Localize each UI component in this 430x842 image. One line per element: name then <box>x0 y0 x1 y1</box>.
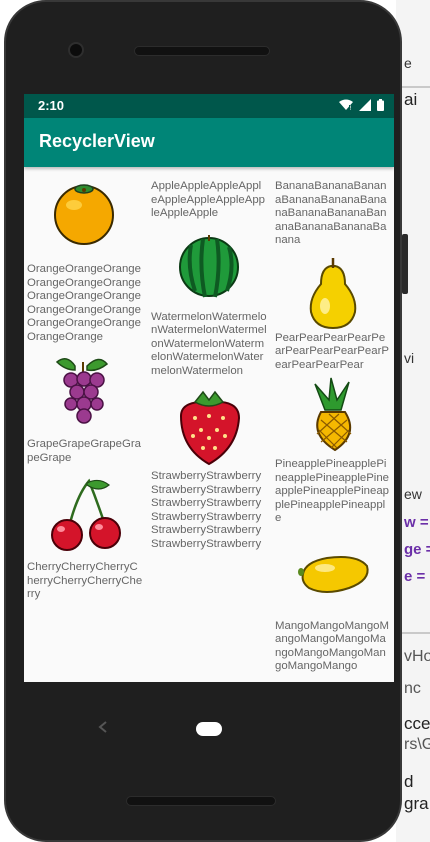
signal-icon <box>359 99 371 111</box>
list-item[interactable]: AppleAppleAppleAppleAppleAppleAppleApple… <box>151 180 267 221</box>
cherry-image <box>51 478 121 551</box>
fruit-name: BananaBananaBananaBananaBananaBananaBana… <box>275 180 387 246</box>
list-item[interactable]: OrangeOrangeOrangeOrangeOrangeOrangeOran… <box>27 163 143 344</box>
list-item[interactable]: BananaBananaBananaBananaBananaBananaBana… <box>275 180 391 248</box>
status-time: 2:10 <box>38 98 65 113</box>
ide-code-fragment: d <box>404 772 414 791</box>
grid-column: OrangeOrangeOrangeOrangeOrangeOrangeOran… <box>27 163 143 602</box>
ide-code-fragment: gra <box>404 794 429 813</box>
ide-code-fragment: cce <box>404 714 430 733</box>
list-item[interactable]: PearPearPearPearPearPearPearPearPearPear… <box>275 254 391 373</box>
home-button[interactable] <box>196 722 222 736</box>
orange-image <box>54 184 114 245</box>
status-bar: 2:10 ! <box>24 94 394 118</box>
ide-code-fragment: rs\G <box>404 736 430 753</box>
fruit-name: AppleAppleAppleAppleAppleAppleAppleApple… <box>151 180 266 219</box>
status-icons: ! <box>339 99 384 111</box>
ide-code-fragment: e <box>404 55 412 71</box>
fruit-name: WatermelonWatermelonWatermelonWatermelon… <box>151 310 267 377</box>
grape-image <box>55 358 109 424</box>
fruit-name: MangoMangoMangoMangoMangoMangoMangoMango… <box>275 619 389 673</box>
ide-code-fragment: e = <box>404 568 426 585</box>
mango-image <box>298 555 369 593</box>
ide-code-fragment: ge = <box>404 541 430 558</box>
fruit-name: OrangeOrangeOrangeOrangeOrangeOrangeOran… <box>27 263 141 343</box>
fruit-name: CherryCherryCherryCherryCherryCherryCher… <box>27 561 143 600</box>
list-item[interactable]: PineapplePineapplePineapplePineapplePine… <box>275 376 391 526</box>
ide-divider <box>398 86 430 88</box>
watermelon-image <box>179 234 239 297</box>
fruit-name: StrawberryStrawberryStrawberryStrawberry… <box>151 470 262 550</box>
pineapple-image <box>314 377 352 452</box>
power-button[interactable] <box>402 234 408 294</box>
device-screen: 2:10 ! RecyclerView OrangeOrangeOrangeOr… <box>24 94 394 682</box>
ide-code-fragment: vi <box>404 350 415 366</box>
back-icon[interactable] <box>98 720 108 734</box>
svg-text:!: ! <box>349 105 351 111</box>
ide-code-fragment: ai <box>404 90 418 109</box>
earpiece-speaker <box>134 46 270 56</box>
page-title: RecyclerView <box>39 131 155 151</box>
list-item[interactable]: MangoMangoMangoMangoMangoMangoMangoMango… <box>275 534 391 674</box>
fruit-name: GrapeGrapeGrapeGrapeGrape <box>27 438 141 464</box>
grid-column: AppleAppleAppleAppleAppleAppleAppleApple… <box>151 180 267 551</box>
list-item[interactable]: GrapeGrapeGrapeGrapeGrape <box>27 348 143 465</box>
fruit-name: PineapplePineapplePineapplePineapplePine… <box>275 458 390 524</box>
strawberry-image <box>179 390 241 466</box>
toolbar: RecyclerView <box>24 118 394 167</box>
ide-code-fragment: w = <box>404 514 429 531</box>
ide-divider <box>398 632 430 634</box>
ide-code-fragment: vHo <box>404 648 430 665</box>
pear-image <box>309 257 357 329</box>
fruit-recycler-view[interactable]: OrangeOrangeOrangeOrangeOrangeOrangeOran… <box>24 167 394 682</box>
list-item[interactable]: WatermelonWatermelonWatermelonWatermelon… <box>151 221 267 379</box>
list-item[interactable]: StrawberryStrawberryStrawberryStrawberry… <box>151 386 267 551</box>
phone-frame: 2:10 ! RecyclerView OrangeOrangeOrangeOr… <box>4 0 408 842</box>
ide-code-fragment: ew <box>404 486 422 502</box>
ide-code-fragment: nc <box>404 680 421 697</box>
bottom-speaker <box>126 796 276 806</box>
grid-column: BananaBananaBananaBananaBananaBananaBana… <box>275 180 391 674</box>
wifi-icon: ! <box>339 99 353 111</box>
front-camera <box>68 42 84 58</box>
battery-icon <box>377 99 384 111</box>
fruit-name: PearPearPearPearPearPearPearPearPearPear… <box>275 331 389 371</box>
list-item[interactable]: CherryCherryCherryCherryCherryCherryCher… <box>27 471 143 602</box>
